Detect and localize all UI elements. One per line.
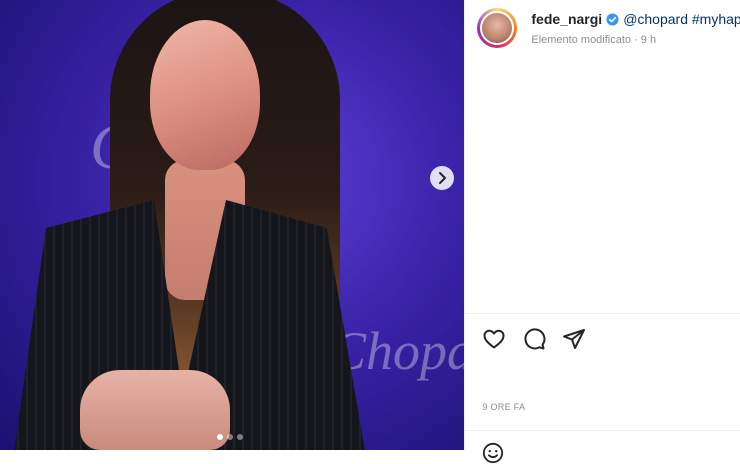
header-line: fede_nargi @chopard #myhapp bbox=[531, 11, 740, 27]
caption-text[interactable]: @chopard #myhapp bbox=[623, 11, 740, 27]
post-timestamp[interactable]: 9 ORE FA bbox=[482, 402, 525, 412]
emoji-icon[interactable] bbox=[482, 442, 504, 464]
carousel-dot-1 bbox=[217, 434, 223, 440]
carousel-next-button[interactable] bbox=[430, 166, 454, 190]
heart-icon[interactable] bbox=[482, 327, 506, 351]
carousel-indicator bbox=[217, 434, 243, 440]
action-bar bbox=[482, 327, 586, 351]
verified-badge-icon bbox=[606, 12, 619, 26]
username-link[interactable]: fede_nargi bbox=[531, 11, 602, 27]
edited-timestamp: Elemento modificato · 9 h bbox=[531, 34, 657, 46]
post-image[interactable]: Chopard Chopard bbox=[0, 0, 465, 450]
photo-subject-face bbox=[150, 20, 260, 170]
carousel-dot-3 bbox=[237, 434, 243, 440]
comment-icon[interactable] bbox=[522, 327, 546, 351]
post-header: fede_nargi @chopard #myhapp Elemento mod… bbox=[477, 8, 740, 48]
chevron-right-icon bbox=[439, 172, 446, 184]
instagram-post: Chopard Chopard fede_nargi bbox=[0, 0, 740, 464]
story-ring[interactable] bbox=[477, 8, 518, 48]
post-sidebar: fede_nargi @chopard #myhapp Elemento mod… bbox=[464, 0, 740, 464]
avatar[interactable] bbox=[480, 11, 515, 45]
divider bbox=[465, 313, 740, 314]
divider-bottom bbox=[465, 430, 740, 431]
post-meta: fede_nargi @chopard #myhapp Elemento mod… bbox=[531, 11, 740, 46]
paper-plane-icon[interactable] bbox=[562, 327, 586, 351]
photo-subject-hands bbox=[80, 370, 230, 450]
carousel-dot-2 bbox=[227, 434, 233, 440]
